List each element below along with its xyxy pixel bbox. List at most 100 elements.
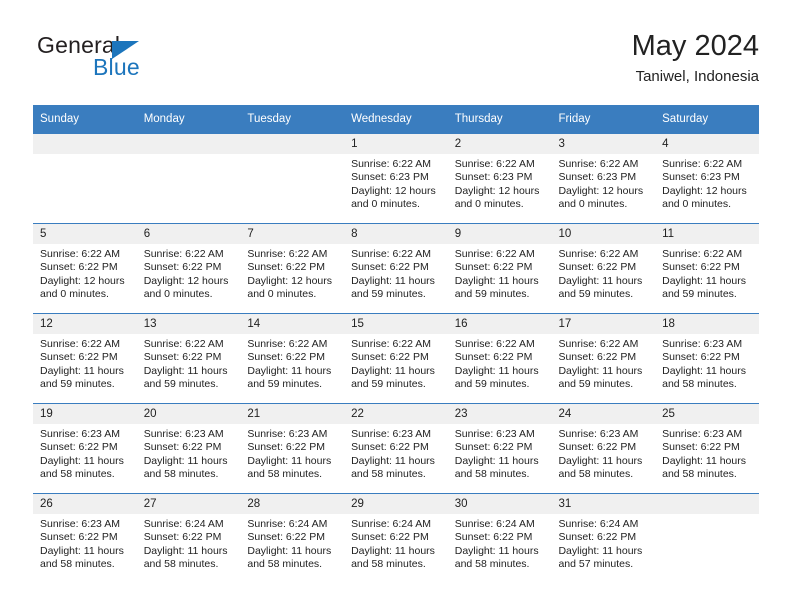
daylight-text: Daylight: 11 hours and 59 minutes. [558, 274, 643, 301]
calendar-day-cell[interactable]: 17 Sunrise: 6:22 AM Sunset: 6:22 PM Dayligh… [551, 313, 656, 404]
calendar-day-cell-empty [240, 133, 345, 224]
sunrise-text: Sunrise: 6:23 AM [40, 428, 120, 440]
sunrise-text: Sunrise: 6:23 AM [454, 428, 535, 440]
calendar-day-cell[interactable]: 12 Sunrise: 6:22 AM Sunset: 6:22 PM Dayligh… [33, 313, 137, 404]
calendar-day-cell[interactable]: 13 Sunrise: 6:22 AM Sunset: 6:22 PM Dayligh… [136, 313, 241, 404]
calendar-day-cell[interactable]: 10 Sunrise: 6:22 AM Sunset: 6:22 PM Dayligh… [551, 223, 656, 314]
calendar-week-row: 26 Sunrise: 6:23 AM Sunset: 6:22 PM Dayligh… [33, 493, 759, 583]
daylight-text: Daylight: 11 hours and 58 minutes. [351, 544, 435, 571]
calendar-day-cell[interactable]: 25 Sunrise: 6:23 AM Sunset: 6:22 PM Dayligh… [655, 403, 759, 494]
general-blue-logo[interactable]: General Blue [37, 32, 237, 94]
day-details: Sunrise: 6:22 AM Sunset: 6:22 PM Daylight:… [137, 244, 241, 302]
calendar-day-cell-empty [655, 493, 759, 583]
day-number: 22 [344, 404, 448, 424]
day-cell-inner: 3 Sunrise: 6:22 AM Sunset: 6:23 PM Daylight… [551, 134, 656, 223]
calendar-week-row: 5 Sunrise: 6:22 AM Sunset: 6:22 PM Daylight… [33, 223, 759, 314]
calendar-day-cell[interactable]: 20 Sunrise: 6:23 AM Sunset: 6:22 PM Dayligh… [136, 403, 241, 494]
calendar-day-cell[interactable]: 7 Sunrise: 6:22 AM Sunset: 6:22 PM Daylight… [240, 223, 345, 314]
sunrise-text: Sunrise: 6:23 AM [662, 338, 743, 350]
day-number [33, 134, 137, 154]
day-cell-inner: 12 Sunrise: 6:22 AM Sunset: 6:22 PM Dayligh… [33, 314, 137, 403]
calendar-day-cell[interactable]: 24 Sunrise: 6:23 AM Sunset: 6:22 PM Dayligh… [551, 403, 656, 494]
day-cell-inner: 14 Sunrise: 6:22 AM Sunset: 6:22 PM Dayligh… [240, 314, 345, 403]
day-number: 20 [136, 404, 241, 424]
daylight-text: Daylight: 11 hours and 58 minutes. [247, 454, 332, 481]
calendar-day-cell[interactable]: 1 Sunrise: 6:22 AM Sunset: 6:23 PM Daylight… [344, 133, 448, 224]
day-details: Sunrise: 6:23 AM Sunset: 6:22 PM Daylight:… [137, 424, 241, 482]
daylight-text: Daylight: 11 hours and 58 minutes. [454, 454, 539, 481]
calendar-day-cell[interactable]: 6 Sunrise: 6:22 AM Sunset: 6:22 PM Daylight… [136, 223, 241, 314]
calendar-day-cell[interactable]: 21 Sunrise: 6:23 AM Sunset: 6:22 PM Dayligh… [240, 403, 345, 494]
day-cell-inner: 23 Sunrise: 6:23 AM Sunset: 6:22 PM Dayligh… [447, 404, 552, 493]
day-number: 10 [551, 224, 656, 244]
calendar-day-cell[interactable]: 4 Sunrise: 6:22 AM Sunset: 6:23 PM Daylight… [655, 133, 759, 224]
calendar-day-cell[interactable]: 18 Sunrise: 6:23 AM Sunset: 6:22 PM Dayligh… [655, 313, 759, 404]
day-number: 21 [240, 404, 345, 424]
daylight-text: Daylight: 11 hours and 58 minutes. [351, 454, 435, 481]
calendar-day-cell[interactable]: 31 Sunrise: 6:24 AM Sunset: 6:22 PM Dayligh… [551, 493, 656, 583]
day-details: Sunrise: 6:24 AM Sunset: 6:22 PM Daylight:… [240, 514, 344, 572]
sunset-text: Sunset: 6:22 PM [143, 441, 222, 454]
calendar-day-cell[interactable]: 11 Sunrise: 6:22 AM Sunset: 6:22 PM Dayligh… [655, 223, 759, 314]
day-number: 15 [344, 314, 448, 334]
calendar-day-cell[interactable]: 9 Sunrise: 6:22 AM Sunset: 6:22 PM Daylight… [447, 223, 552, 314]
calendar-day-cell[interactable]: 30 Sunrise: 6:24 AM Sunset: 6:22 PM Dayligh… [447, 493, 552, 583]
calendar-page: General Blue May 2024 Taniwel, Indonesia… [0, 0, 792, 612]
calendar-day-cell[interactable]: 22 Sunrise: 6:23 AM Sunset: 6:22 PM Dayligh… [344, 403, 448, 494]
day-cell-inner: 4 Sunrise: 6:22 AM Sunset: 6:23 PM Daylight… [655, 134, 759, 223]
weekday-header-tuesday: Tuesday [240, 105, 345, 134]
sunset-text: Sunset: 6:22 PM [143, 351, 222, 364]
calendar-day-cell[interactable]: 28 Sunrise: 6:24 AM Sunset: 6:22 PM Dayligh… [240, 493, 345, 583]
sunrise-text: Sunrise: 6:22 AM [351, 158, 432, 170]
sunrise-text: Sunrise: 6:24 AM [351, 518, 432, 530]
day-number: 13 [136, 314, 241, 334]
day-details: Sunrise: 6:24 AM Sunset: 6:22 PM Daylight:… [137, 514, 241, 572]
day-number [655, 494, 759, 514]
daylight-text: Daylight: 12 hours and 0 minutes. [40, 274, 125, 301]
calendar-day-cell[interactable]: 26 Sunrise: 6:23 AM Sunset: 6:22 PM Dayligh… [33, 493, 137, 583]
sunrise-text: Sunrise: 6:22 AM [454, 158, 535, 170]
sunrise-text: Sunrise: 6:22 AM [351, 338, 432, 350]
calendar-day-cell[interactable]: 23 Sunrise: 6:23 AM Sunset: 6:22 PM Dayligh… [447, 403, 552, 494]
daylight-text: Daylight: 12 hours and 0 minutes. [247, 274, 333, 301]
sunrise-text: Sunrise: 6:23 AM [558, 428, 639, 440]
sunset-text: Sunset: 6:22 PM [247, 261, 326, 274]
calendar-day-cell[interactable]: 29 Sunrise: 6:24 AM Sunset: 6:22 PM Dayligh… [344, 493, 448, 583]
calendar-day-cell[interactable]: 8 Sunrise: 6:22 AM Sunset: 6:22 PM Daylight… [344, 223, 448, 314]
calendar-day-cell[interactable]: 16 Sunrise: 6:22 AM Sunset: 6:22 PM Dayligh… [447, 313, 552, 404]
day-cell-inner: 16 Sunrise: 6:22 AM Sunset: 6:22 PM Dayligh… [447, 314, 552, 403]
day-details: Sunrise: 6:24 AM Sunset: 6:22 PM Daylight:… [344, 514, 448, 572]
sunrise-text: Sunrise: 6:22 AM [662, 248, 743, 260]
sunrise-text: Sunrise: 6:23 AM [143, 428, 224, 440]
page-subtitle: Taniwel, Indonesia [635, 68, 759, 85]
daylight-text: Daylight: 11 hours and 57 minutes. [558, 544, 643, 571]
calendar-day-cell[interactable]: 15 Sunrise: 6:22 AM Sunset: 6:22 PM Dayligh… [344, 313, 448, 404]
sunset-text: Sunset: 6:23 PM [662, 171, 740, 184]
sunrise-text: Sunrise: 6:22 AM [558, 158, 639, 170]
calendar-day-cell[interactable]: 27 Sunrise: 6:24 AM Sunset: 6:22 PM Dayligh… [136, 493, 241, 583]
page-title: May 2024 [631, 30, 759, 62]
day-number: 6 [136, 224, 241, 244]
day-cell-inner [136, 134, 241, 223]
day-details: Sunrise: 6:22 AM Sunset: 6:22 PM Daylight:… [137, 334, 241, 392]
day-number: 31 [551, 494, 656, 514]
day-cell-inner: 31 Sunrise: 6:24 AM Sunset: 6:22 PM Dayligh… [551, 494, 656, 583]
weekday-header-friday: Friday [551, 105, 656, 134]
day-cell-inner [33, 134, 137, 223]
calendar-day-cell[interactable]: 19 Sunrise: 6:23 AM Sunset: 6:22 PM Dayligh… [33, 403, 137, 494]
day-cell-inner: 18 Sunrise: 6:23 AM Sunset: 6:22 PM Dayligh… [655, 314, 759, 403]
calendar-day-cell[interactable]: 5 Sunrise: 6:22 AM Sunset: 6:22 PM Daylight… [33, 223, 137, 314]
day-details: Sunrise: 6:23 AM Sunset: 6:22 PM Daylight:… [448, 424, 552, 482]
day-number: 27 [136, 494, 241, 514]
calendar-day-cell[interactable]: 2 Sunrise: 6:22 AM Sunset: 6:23 PM Daylight… [447, 133, 552, 224]
sunset-text: Sunset: 6:22 PM [351, 441, 429, 454]
day-details: Sunrise: 6:23 AM Sunset: 6:22 PM Daylight:… [551, 424, 655, 482]
daylight-text: Daylight: 12 hours and 0 minutes. [351, 184, 436, 211]
calendar-day-cell[interactable]: 3 Sunrise: 6:22 AM Sunset: 6:23 PM Daylight… [551, 133, 656, 224]
sunset-text: Sunset: 6:23 PM [351, 171, 429, 184]
weekday-header-wednesday: Wednesday [344, 105, 448, 134]
calendar-day-cell[interactable]: 14 Sunrise: 6:22 AM Sunset: 6:22 PM Dayligh… [240, 313, 345, 404]
day-cell-inner: 7 Sunrise: 6:22 AM Sunset: 6:22 PM Daylight… [240, 224, 345, 313]
sunset-text: Sunset: 6:22 PM [662, 351, 740, 364]
sunset-text: Sunset: 6:22 PM [351, 261, 429, 274]
